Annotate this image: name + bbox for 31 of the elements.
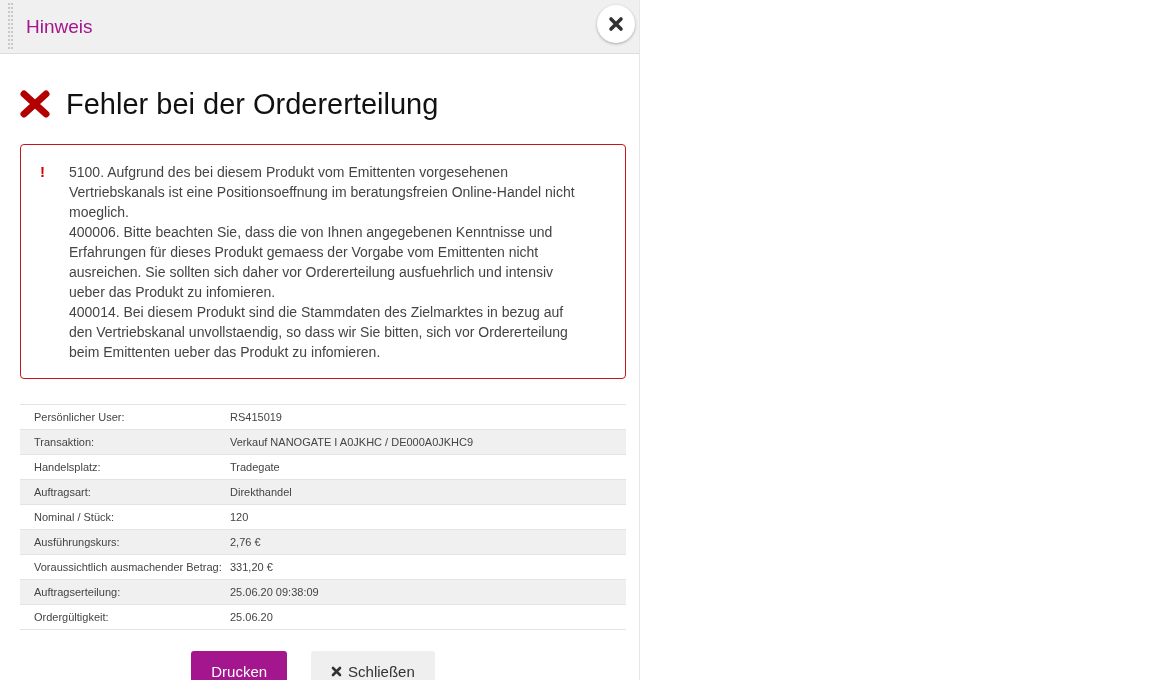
detail-label: Auftragsart:	[33, 486, 92, 498]
detail-value: 120	[230, 511, 250, 523]
detail-value: 2,76 €	[230, 536, 262, 548]
detail-value: 25.06.20 09:38:09	[230, 586, 320, 598]
close-button[interactable]	[597, 4, 635, 43]
error-cross-icon	[20, 90, 50, 118]
exclamation-icon: !	[40, 162, 69, 362]
detail-value: RS415019	[230, 411, 283, 423]
detail-value: 25.06.20	[230, 611, 274, 623]
detail-label: Transaktion:	[33, 436, 96, 448]
detail-label: Handelsplatz:	[33, 461, 102, 473]
print-button[interactable]: Drucken	[191, 651, 288, 680]
detail-label: Ausführungskurs:	[33, 536, 121, 548]
error-message: 400006. Bitte beachten Sie, dass die von Ihnen angegebenen Kenntnisse und Erfahrungen für dieses Produkt gemaess der Vorgabe vom Emittenten nicht ausreichen. Sie sollten sich daher vor Ordererteilung ausfuehrlich und intensiv ueber das Produkt zu infomieren.	[69, 223, 555, 302]
error-message: 5100. Aufgrund des bei diesem Produkt vom Emittenten vorgesehenen Vertriebskanals ist eine Positionsoeffnung im beratungsfreien Online-Handel nicht moeglich.	[69, 163, 576, 222]
error-heading: Fehler bei der Ordererteilung	[66, 87, 439, 121]
detail-label: Persönlicher User:	[33, 411, 126, 423]
detail-value: Tradegate	[230, 461, 281, 473]
detail-value: Verkauf NANOGATE I A0JKHC / DE000A0JKHC9	[230, 436, 475, 448]
detail-label: Voraussichtlich ausmachender Betrag:	[33, 561, 223, 573]
dialog-title: Hinweis	[26, 15, 94, 38]
detail-label: Nominal / Stück:	[33, 511, 116, 523]
detail-label: Ordergültigkeit:	[33, 611, 110, 623]
close-dialog-button[interactable]: Schließen	[311, 651, 435, 680]
error-message: 400014. Bei diesem Produkt sind die Stammdaten des Zielmarktes in bezug auf den Vertriebskanal unvollstaendig, so dass wir Sie bitten, sich vor Ordererteilung beim Emittenten ueber das Produkt zu infomieren.	[69, 303, 569, 362]
drag-handle-icon[interactable]	[8, 2, 13, 51]
close-icon	[608, 15, 624, 32]
close-icon	[331, 665, 343, 677]
detail-label: Auftragserteilung:	[33, 586, 122, 598]
detail-value: Direkthandel	[230, 486, 293, 498]
detail-value: 331,20 €	[230, 561, 274, 573]
